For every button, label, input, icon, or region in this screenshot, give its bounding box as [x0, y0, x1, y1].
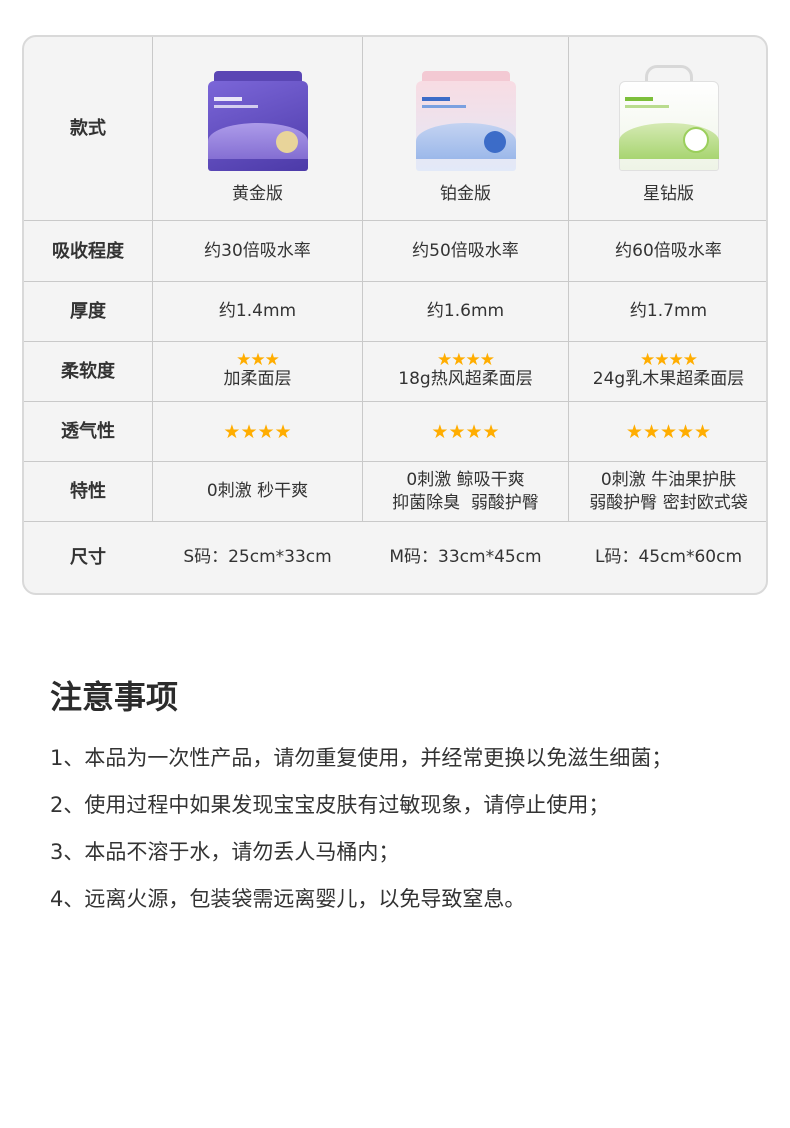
row-label-softness: 柔软度 [61, 361, 115, 382]
feature-line: 0刺激 牛油果护肤 [600, 469, 737, 490]
row-label-absorb: 吸收程度 [52, 240, 124, 262]
breathability-cell: ★★★★ [363, 402, 568, 461]
features-cell: 0刺激 牛油果护肤 弱酸护臀 密封欧式袋 [569, 462, 766, 521]
rating-stars: ★★★★ [640, 350, 698, 370]
features-cell: 0刺激 鲸吸干爽 抑菌除臭 弱酸护臀 [363, 462, 568, 521]
thickness-value: 约1.6mm [426, 301, 505, 321]
product-diamond: 星钻版 [569, 37, 766, 220]
note-item: 1、本品为一次性产品，请勿重复使用，并经常更换以免滋生细菌； [50, 746, 673, 770]
feature-line: 抑菌除臭 弱酸护臀 [392, 492, 539, 513]
notes-title: 注意事项 [50, 678, 179, 716]
size-value: M码：33cm*45cm [389, 547, 542, 567]
size-value: S码：25cm*33cm [183, 547, 332, 567]
softness-cell: ★★★★ 24g乳木果超柔面层 [569, 342, 766, 401]
feature-line: 弱酸护臀 密封欧式袋 [589, 492, 748, 513]
softness-cell: ★★★★ 18g热风超柔面层 [363, 342, 568, 401]
softness-cell: ★★★ 加柔面层 [153, 342, 362, 401]
version-name: 星钻版 [643, 184, 694, 204]
version-name: 铂金版 [440, 184, 491, 204]
thickness-value: 约1.7mm [629, 301, 708, 321]
softness-value: 24g乳木果超柔面层 [592, 369, 745, 389]
rating-stars: ★★★★★ [625, 420, 712, 443]
note-item: 4、远离火源，包装袋需远离婴儿，以免导致窒息。 [50, 887, 526, 911]
feature-line: 0刺激 秒干爽 [206, 481, 309, 501]
breathability-cell: ★★★★ [153, 402, 362, 461]
softness-value: 18g热风超柔面层 [398, 369, 533, 389]
product-platinum: 铂金版 [363, 37, 568, 220]
softness-value: 加柔面层 [223, 369, 292, 389]
rating-stars: ★★★★ [437, 350, 495, 370]
row-label-breathability: 透气性 [61, 421, 115, 442]
product-gold: 黄金版 [153, 37, 362, 220]
thickness-value: 约1.4mm [218, 301, 297, 321]
size-value: L码：45cm*60cm [594, 547, 743, 567]
absorb-value: 约50倍吸水率 [412, 240, 519, 261]
feature-line: 0刺激 鲸吸干爽 [406, 469, 525, 490]
comparison-table: 款式 黄金版 铂金版 星钻版 吸收程度 约30倍吸水率 约50倍吸水率 约60倍… [22, 35, 768, 595]
breathability-cell: ★★★★★ [569, 402, 766, 461]
row-label-size: 尺寸 [70, 547, 106, 568]
row-label-thickness: 厚度 [70, 301, 106, 322]
rating-stars: ★★★★ [431, 420, 500, 443]
absorb-value: 约60倍吸水率 [615, 240, 722, 261]
platinum-package-image [412, 69, 520, 171]
gold-package-image [204, 69, 312, 171]
features-cell: 0刺激 秒干爽 [153, 462, 362, 521]
version-name: 黄金版 [232, 184, 283, 204]
rating-stars: ★★★ [236, 350, 280, 370]
rating-stars: ★★★★ [223, 420, 292, 443]
row-label-features: 特性 [70, 481, 106, 502]
diamond-package-image [615, 65, 723, 171]
note-item: 2、使用过程中如果发现宝宝皮肤有过敏现象，请停止使用； [50, 793, 610, 817]
note-item: 3、本品不溶于水，请勿丢人马桶内； [50, 840, 400, 864]
row-label-style: 款式 [70, 118, 106, 139]
absorb-value: 约30倍吸水率 [204, 240, 311, 261]
